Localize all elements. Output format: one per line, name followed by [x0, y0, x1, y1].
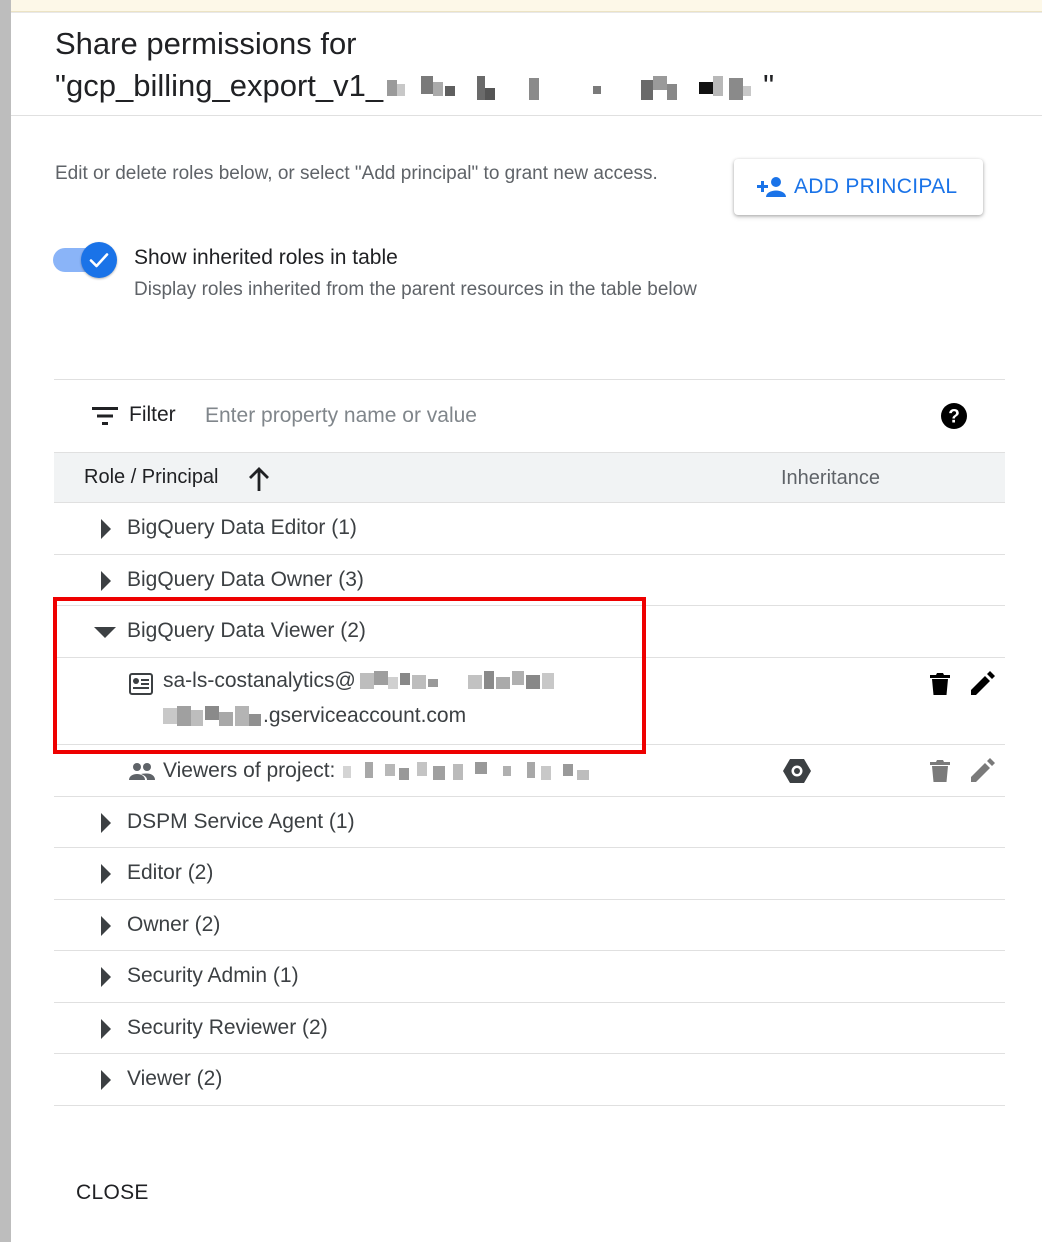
edit-icon-disabled[interactable] [970, 757, 996, 783]
column-header-inheritance: Inheritance [781, 467, 880, 489]
title-table-name-prefix: "gcp_billing_export_v1_ [55, 68, 384, 103]
member-row-project-viewers: Viewers of project: [54, 745, 1005, 797]
edit-icon[interactable] [970, 670, 996, 696]
caret-right-icon [101, 967, 111, 987]
role-row-owner[interactable]: Owner (2) [54, 900, 1005, 951]
share-permissions-dialog: Share permissions for "gcp_billing_expor… [11, 13, 1042, 1242]
inherited-roles-toggle[interactable] [53, 242, 121, 278]
svg-text:?: ? [948, 407, 960, 428]
role-name: BigQuery Data Viewer (2) [127, 619, 366, 642]
filter-label: Filter [129, 403, 176, 426]
delete-icon-disabled[interactable] [930, 759, 950, 783]
role-row-security-reviewer[interactable]: Security Reviewer (2) [54, 1003, 1005, 1054]
caret-right-icon [101, 915, 111, 936]
role-name: Viewer (2) [127, 1067, 223, 1090]
redacted-project-id-2 [163, 705, 263, 726]
project-viewers-label: Viewers of project: [163, 753, 596, 788]
permissions-table: Filter ? Role / Principal Inheritance Bi… [54, 379, 1005, 1106]
service-account-email: sa-ls-costanalytics@ .gserviceaccount.co… [163, 663, 571, 733]
redacted-project-name [341, 761, 596, 780]
dialog-description: Edit or delete roles below, or select "A… [55, 163, 658, 184]
role-row-bigquery-data-editor[interactable]: BigQuery Data Editor (1) [54, 503, 1005, 555]
title-table-name-suffix: " [763, 68, 775, 103]
caret-right-icon [101, 864, 111, 884]
add-person-icon [757, 177, 786, 197]
caret-right-icon [101, 519, 111, 539]
check-icon [89, 253, 109, 268]
close-button[interactable]: CLOSE [76, 1181, 149, 1205]
role-name: BigQuery Data Owner (3) [127, 567, 364, 591]
role-row-viewer[interactable]: Viewer (2) [54, 1054, 1005, 1106]
role-name: BigQuery Data Editor (1) [127, 516, 357, 539]
role-name: Security Admin (1) [127, 964, 299, 987]
table-header: Role / Principal Inheritance [54, 452, 1005, 503]
caret-right-icon [101, 570, 111, 591]
role-row-security-admin[interactable]: Security Admin (1) [54, 951, 1005, 1003]
service-account-icon [129, 672, 153, 695]
background-page-edge [0, 0, 11, 1242]
service-account-prefix: sa-ls-costanalytics@ [163, 668, 356, 692]
caret-down-icon [94, 627, 116, 638]
role-name: DSPM Service Agent (1) [127, 809, 355, 833]
dialog-header: Share permissions for "gcp_billing_expor… [11, 13, 1042, 116]
add-principal-label: ADD PRINCIPAL [794, 175, 958, 198]
project-viewers-prefix: Viewers of project: [163, 758, 336, 782]
toggle-label: Show inherited roles in table [134, 246, 398, 269]
caret-right-icon [101, 1018, 111, 1039]
role-row-bigquery-data-viewer[interactable]: BigQuery Data Viewer (2) [54, 606, 1005, 658]
redacted-table-name [383, 75, 763, 100]
filter-icon[interactable] [92, 406, 118, 426]
caret-right-icon [101, 1070, 111, 1090]
service-account-suffix: .gserviceaccount.com [263, 703, 467, 727]
role-row-bigquery-data-owner[interactable]: BigQuery Data Owner (3) [54, 555, 1005, 606]
background-banner [0, 0, 1042, 12]
title-line-2: "gcp_billing_export_v1_ " [55, 65, 774, 107]
filter-input[interactable] [205, 400, 905, 432]
inherited-resource-icon [783, 758, 811, 783]
add-principal-button[interactable]: ADD PRINCIPAL [734, 159, 983, 215]
redacted-project-id [356, 670, 571, 691]
role-row-editor[interactable]: Editor (2) [54, 848, 1005, 900]
filter-bar: Filter ? [54, 379, 1005, 452]
member-row-service-account: sa-ls-costanalytics@ .gserviceaccount.co… [54, 658, 1005, 745]
sort-ascending-icon[interactable] [247, 466, 271, 492]
toggle-sublabel: Display roles inherited from the parent … [134, 279, 697, 300]
role-name: Editor (2) [127, 861, 214, 884]
dialog-title: Share permissions for "gcp_billing_expor… [55, 23, 774, 107]
role-row-dspm-service-agent[interactable]: DSPM Service Agent (1) [54, 797, 1005, 848]
toggle-thumb [81, 242, 117, 278]
role-name: Owner (2) [127, 912, 221, 936]
role-name: Security Reviewer (2) [127, 1015, 328, 1039]
delete-icon[interactable] [930, 672, 950, 696]
help-icon[interactable]: ? [940, 402, 968, 430]
group-icon [129, 762, 155, 780]
title-line-1: Share permissions for [55, 26, 357, 61]
column-header-role-principal[interactable]: Role / Principal [84, 466, 219, 489]
caret-right-icon [101, 812, 111, 833]
